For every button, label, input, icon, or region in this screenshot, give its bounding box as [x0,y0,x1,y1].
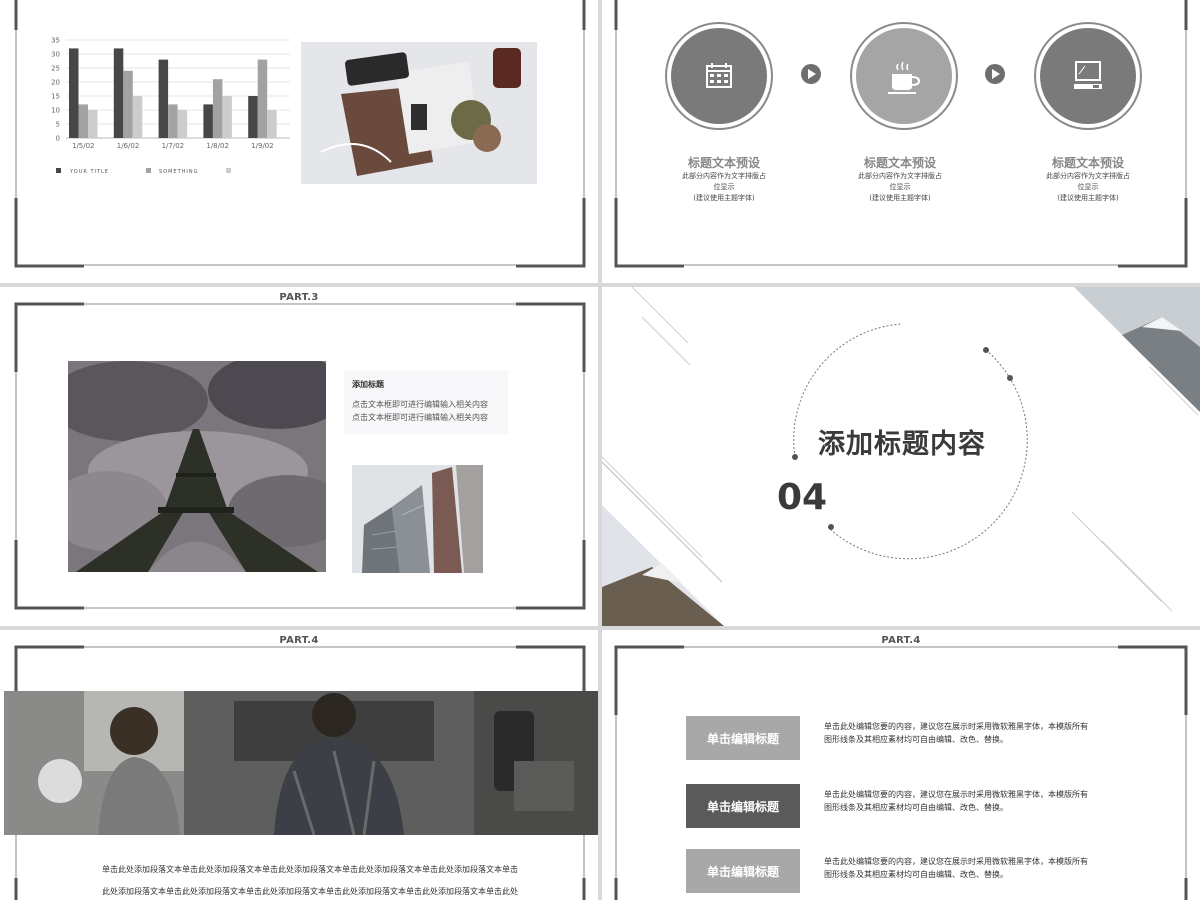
bar [158,59,169,138]
eiffel-tower-photo [68,361,326,572]
bar [132,96,143,138]
legend-label-1: YOUR TITLE [69,169,109,175]
step-fill [1040,28,1136,124]
item-text-3: 单击此处编辑您要的内容，建议您在展示时采用微软雅黑字体，本模版所有 图形线条及其… [824,855,1124,881]
step-fill [856,28,952,124]
bar [222,96,232,138]
y-tick-label: 0 [56,135,60,143]
item-text-1: 单击此处编辑您要的内容，建议您在展示时采用微软雅黑字体，本模版所有 图形线条及其… [824,720,1124,746]
y-tick-label: 35 [51,37,60,45]
x-tick-label: 1/8/02 [206,142,229,150]
legend-label-2: SOMETHING [159,169,199,175]
calendar-icon [706,63,732,88]
legend-swatch-2 [146,168,151,173]
edit-title-button-1[interactable]: 单击编辑标题 [686,716,800,760]
coffee-cup-icon [888,61,921,94]
step-title-3: 标题文本预设 [1051,156,1124,170]
desk-flatlay-photo [301,42,537,184]
bar [113,48,124,138]
edit-title-button-3[interactable]: 单击编辑标题 [686,849,800,893]
bar [78,104,88,138]
play-arrow-icon [985,64,1005,84]
y-tick-label: 5 [56,121,60,129]
step-desc-line: 此部分内容作为文字排版占 [858,172,942,180]
step-desc-line: (建议使用主题字体) [869,194,931,202]
item-text-line: 图形线条及其相应素材均可自由编辑、改色、替换。 [824,803,1008,812]
step-desc-3: 此部分内容作为文字排版占 位显示 (建议使用主题字体) [1028,171,1148,204]
play-arrow-icon [801,64,821,84]
bar [177,110,188,138]
paragraph-line: 单击此处添加段落文本单击此处添加段落文本单击此处添加段落文本单击此处添加段落文本… [102,865,518,874]
step-circle-3 [1034,22,1142,130]
step-desc-line: 此部分内容作为文字排版占 [682,172,766,180]
slide-3[interactable]: PART.3 添加标题 点击文本框即可进行编辑输入相关内容 点击文本框即可进行编… [0,287,598,626]
y-tick-label: 25 [51,65,60,73]
item-text-line: 图形线条及其相应素材均可自由编辑、改色、替换。 [824,870,1008,879]
bar [203,104,213,138]
bar [168,104,178,138]
skyscraper-photo [352,465,483,573]
text-card: 添加标题 点击文本框即可进行编辑输入相关内容 点击文本框即可进行编辑输入相关内容 [344,370,508,434]
edit-title-button-2[interactable]: 单击编辑标题 [686,784,800,828]
baristas-photo [4,691,598,835]
paragraph-line: 此处添加段落文本单击此处添加段落文本单击此处添加段落文本单击此处添加段落文本单击… [102,887,518,896]
item-text-line: 单击此处编辑您要的内容，建议您在展示时采用微软雅黑字体，本模版所有 [824,722,1088,731]
step-desc-line: 此部分内容作为文字排版占 [1046,172,1130,180]
slide-2[interactable]: 标题文本预设 此部分内容作为文字排版占 位显示 (建议使用主题字体) 标题文本预… [602,0,1200,283]
step-desc-1: 此部分内容作为文字排版占 位显示 (建议使用主题字体) [664,171,784,204]
step-fill [671,28,767,124]
bar [257,59,268,138]
step-circle-1 [665,22,773,130]
bar [267,110,277,138]
step-desc-line: (建议使用主题字体) [693,194,755,202]
y-tick-label: 30 [51,51,60,59]
step-circle-2 [850,22,958,130]
section-number: 04 [777,477,828,518]
x-tick-label: 1/9/02 [251,142,274,150]
slide-4[interactable]: 添加标题内容 04 [602,287,1200,626]
bar [248,96,258,138]
step-desc-line: 位显示 [889,183,911,191]
bar-chart: 0 5 10 15 20 25 30 35 1/5/02 1/6/02 1/7/02 1/8/02 1… [51,37,290,175]
item-text-2: 单击此处编辑您要的内容，建议您在展示时采用微软雅黑字体，本模版所有 图形线条及其… [824,788,1124,814]
card-text-line: 点击文本框即可进行编辑输入相关内容 [352,400,488,409]
step-title-1: 标题文本预设 [687,156,760,170]
x-tick-label: 1/5/02 [72,142,95,150]
bar [212,79,223,138]
y-tick-label: 20 [51,79,60,87]
bar [69,48,79,138]
bar [88,110,98,138]
bar [123,70,133,138]
computer-icon [1074,61,1102,89]
slide-1[interactable]: 0 5 10 15 20 25 30 35 1/5/02 1/6/02 1/7/02 1/8/02 1… [0,0,598,283]
legend-swatch-1 [56,168,61,173]
step-title-2: 标题文本预设 [863,156,936,170]
step-desc-line: 位显示 [1077,183,1099,191]
slide-5[interactable]: PART.4 单击此处添加段落文本单击此处添加段落文本单击此处添加段落文本单击此… [0,630,598,900]
step-desc-line: (建议使用主题字体) [1057,194,1119,202]
step-desc-2: 此部分内容作为文字排版占 位显示 (建议使用主题字体) [840,171,960,204]
item-text-line: 图形线条及其相应素材均可自由编辑、改色、替换。 [824,735,1008,744]
card-title: 添加标题 [352,380,384,389]
item-text-line: 单击此处编辑您要的内容，建议您在展示时采用微软雅黑字体，本模版所有 [824,790,1088,799]
item-text-line: 单击此处编辑您要的内容，建议您在展示时采用微软雅黑字体，本模版所有 [824,857,1088,866]
card-text-line: 点击文本框即可进行编辑输入相关内容 [352,413,488,422]
y-tick-label: 15 [51,93,60,101]
step-desc-line: 位显示 [713,183,735,191]
y-tick-label: 10 [51,107,60,115]
section-title: 添加标题内容 [818,429,986,460]
x-tick-label: 1/6/02 [117,142,140,150]
x-tick-label: 1/7/02 [162,142,185,150]
legend-swatch-3 [226,168,231,173]
slide-6[interactable]: PART.4 单击编辑标题 单击此处编辑您要的内容，建议您在展示时采用微软雅黑字… [602,630,1200,900]
